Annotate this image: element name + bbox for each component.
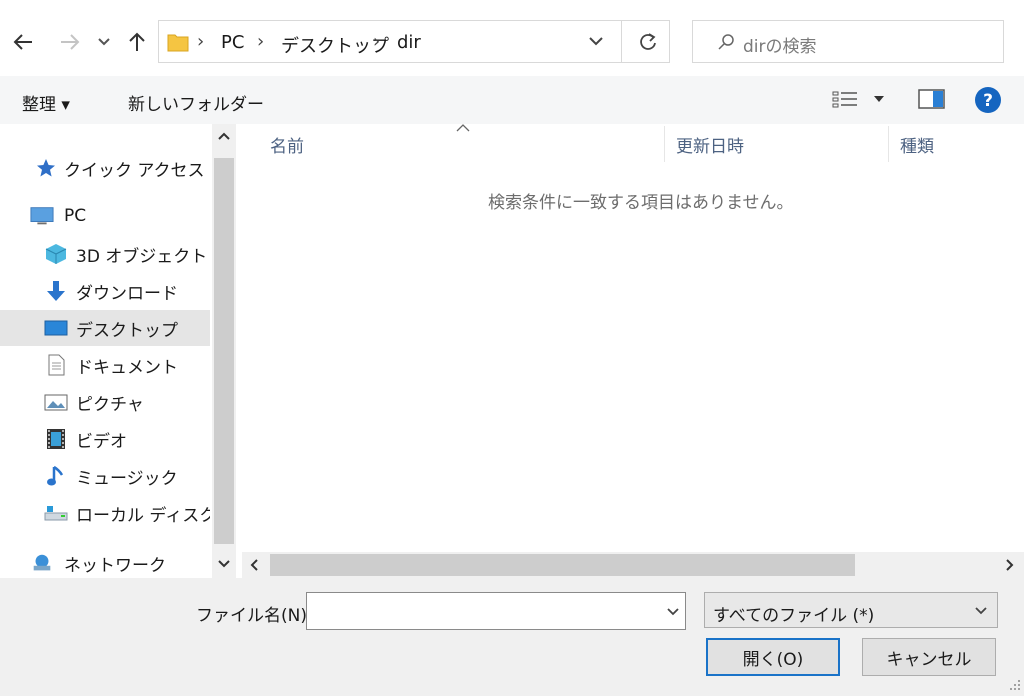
- address-dropdown-icon[interactable]: [589, 37, 603, 46]
- up-button[interactable]: [122, 26, 152, 58]
- address-bar[interactable]: › PC › デスクトップ › dir: [158, 20, 670, 63]
- forward-button[interactable]: [55, 26, 85, 58]
- nav-item-network[interactable]: ネットワーク: [0, 545, 210, 581]
- cancel-button-label: キャンセル: [886, 649, 972, 670]
- view-options-button[interactable]: [832, 90, 888, 112]
- open-button-label: 開く(O): [742, 649, 804, 670]
- scroll-thumb[interactable]: [214, 158, 234, 544]
- svg-text:?: ?: [983, 91, 993, 111]
- picture-icon: [44, 390, 68, 414]
- download-arrow-icon: [44, 279, 68, 303]
- back-button[interactable]: [8, 26, 38, 58]
- scroll-thumb[interactable]: [270, 554, 855, 576]
- column-header-name[interactable]: 名前: [270, 132, 304, 157]
- nav-item-quick-access[interactable]: クイック アクセス: [0, 150, 210, 186]
- arrow-right-icon: [61, 34, 80, 50]
- organize-button[interactable]: 整理 ▾: [22, 90, 70, 115]
- nav-item-label: デスクトップ: [76, 320, 178, 341]
- breadcrumb-separator-icon: ›: [257, 31, 265, 52]
- arrow-left-icon: [13, 34, 32, 50]
- nav-item-label: PC: [64, 206, 87, 226]
- nav-item-label: ミュージック: [76, 468, 178, 489]
- search-icon: [718, 34, 734, 50]
- chevron-down-icon: [874, 96, 884, 102]
- nav-item-3d-objects[interactable]: 3D オブジェクト: [0, 236, 210, 272]
- breadcrumb-pc[interactable]: PC: [221, 32, 244, 53]
- search-box[interactable]: dirの検索: [692, 20, 1004, 63]
- recent-locations-button[interactable]: [92, 26, 116, 58]
- sort-ascending-icon: [456, 124, 470, 132]
- column-header-type[interactable]: 種類: [900, 132, 934, 157]
- computer-icon: [30, 204, 54, 228]
- filetype-value: すべてのファイル (*): [713, 606, 875, 626]
- nav-item-local-disk[interactable]: ローカル ディスク (C: [0, 495, 210, 531]
- desktop-icon: [44, 316, 68, 340]
- nav-item-label: ローカル ディスク (C: [76, 505, 210, 526]
- filetype-select[interactable]: すべてのファイル (*): [704, 592, 998, 628]
- nav-item-label: クイック アクセス: [64, 160, 205, 181]
- film-icon: [44, 427, 68, 451]
- view-list-icon: [832, 91, 857, 108]
- nav-item-music[interactable]: ミュージック: [0, 458, 210, 494]
- nav-item-pictures[interactable]: ピクチャ: [0, 384, 210, 420]
- document-icon: [44, 353, 68, 377]
- column-divider[interactable]: [888, 126, 889, 162]
- nav-item-label: ピクチャ: [76, 394, 144, 415]
- search-placeholder: dirの検索: [743, 37, 817, 57]
- empty-list-message: 検索条件に一致する項目はありません。: [488, 193, 794, 213]
- nav-scrollbar[interactable]: [212, 124, 236, 578]
- arrow-up-icon: [129, 32, 145, 51]
- cancel-button[interactable]: キャンセル: [862, 638, 996, 676]
- filename-label: ファイル名(N):: [196, 606, 313, 626]
- navigation-pane: クイック アクセス PC 3D オブジェクト ダウンロード デスクトップ ドキュ…: [0, 124, 236, 578]
- network-icon: [30, 551, 54, 575]
- resize-grip-icon[interactable]: [1008, 678, 1022, 692]
- folder-icon: [167, 34, 189, 52]
- column-divider[interactable]: [664, 126, 665, 162]
- open-button[interactable]: 開く(O): [706, 638, 840, 676]
- chevron-down-icon: [975, 607, 987, 615]
- nav-item-label: ダウンロード: [76, 283, 178, 304]
- column-header-modified[interactable]: 更新日時: [676, 132, 744, 157]
- refresh-icon[interactable]: [639, 33, 657, 51]
- breadcrumb-separator-icon: ›: [373, 31, 381, 52]
- chevron-down-icon: [98, 38, 110, 46]
- drive-icon: [44, 501, 68, 525]
- new-folder-button[interactable]: 新しいフォルダー: [128, 90, 264, 115]
- nav-item-desktop[interactable]: デスクトップ: [0, 310, 210, 346]
- nav-item-label: 3D オブジェクト: [76, 246, 208, 267]
- cube-icon: [44, 242, 68, 266]
- scroll-left-icon[interactable]: [250, 559, 258, 571]
- filename-combobox[interactable]: [306, 592, 686, 630]
- scroll-down-icon[interactable]: [218, 560, 230, 568]
- nav-item-documents[interactable]: ドキュメント: [0, 347, 210, 383]
- list-horizontal-scrollbar[interactable]: [242, 552, 1024, 578]
- preview-pane-icon[interactable]: [918, 88, 946, 110]
- command-bar: 整理 ▾ 新しいフォルダー ?: [0, 76, 1024, 124]
- address-divider: [621, 21, 622, 62]
- dialog-footer: ファイル名(N): すべてのファイル (*) 開く(O) キャンセル: [0, 578, 1024, 696]
- nav-item-pc[interactable]: PC: [0, 198, 210, 234]
- scroll-up-icon[interactable]: [218, 132, 230, 140]
- nav-item-label: ネットワーク: [64, 555, 166, 576]
- breadcrumb-separator-icon: ›: [197, 31, 205, 52]
- chevron-down-icon[interactable]: [667, 608, 679, 616]
- filename-input[interactable]: [313, 600, 657, 624]
- help-icon[interactable]: ?: [974, 86, 1002, 114]
- star-icon: [34, 156, 58, 180]
- music-note-icon: [44, 464, 68, 488]
- nav-item-downloads[interactable]: ダウンロード: [0, 273, 210, 309]
- scroll-right-icon[interactable]: [1006, 559, 1014, 571]
- breadcrumb-dir[interactable]: dir: [397, 32, 421, 53]
- nav-item-videos[interactable]: ビデオ: [0, 421, 210, 457]
- nav-item-label: ビデオ: [76, 431, 127, 452]
- nav-item-label: ドキュメント: [76, 357, 178, 378]
